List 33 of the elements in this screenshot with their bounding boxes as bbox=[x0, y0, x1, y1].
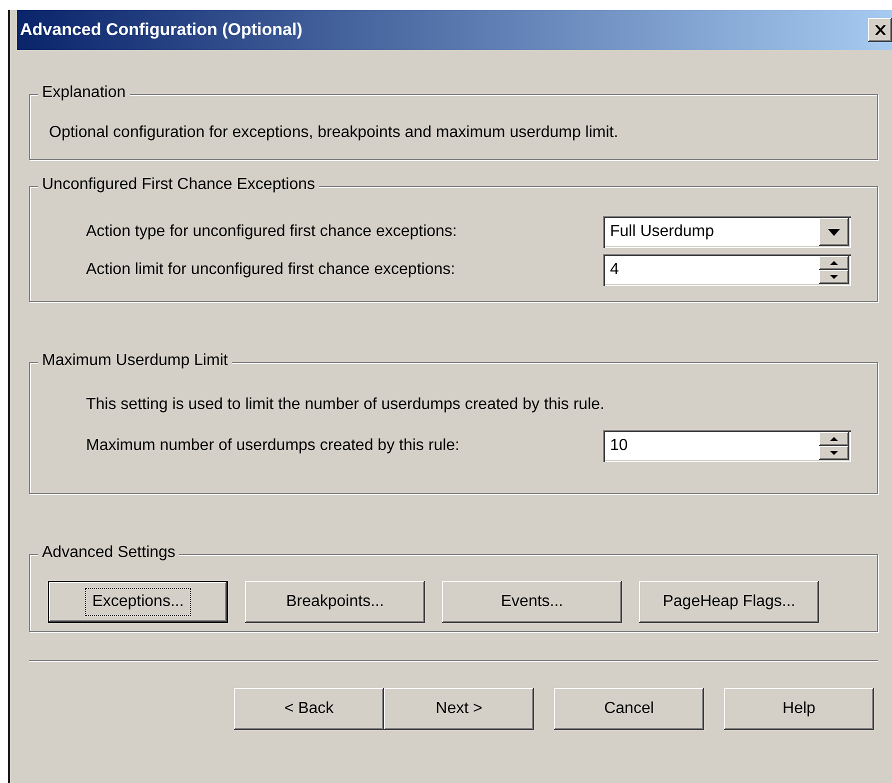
caret-down-icon bbox=[830, 451, 838, 455]
group-title: Maximum Userdump Limit bbox=[38, 352, 232, 370]
window-title: Advanced Configuration (Optional) bbox=[20, 20, 304, 40]
spin-down-button[interactable] bbox=[819, 446, 849, 460]
next-button[interactable]: Next > bbox=[384, 688, 534, 730]
dropdown-field[interactable]: Full Userdump bbox=[603, 216, 851, 248]
settings-button[interactable]: PageHeap Flags... bbox=[639, 581, 819, 623]
settings-button[interactable]: Breakpoints... bbox=[245, 581, 425, 623]
close-icon bbox=[874, 25, 886, 35]
dropdown-button[interactable] bbox=[819, 218, 849, 246]
group-title: Explanation bbox=[38, 84, 130, 102]
settings-button[interactable]: Exceptions... bbox=[48, 581, 228, 623]
spinner-field[interactable]: 10 bbox=[603, 430, 851, 462]
group-title: Advanced Settings bbox=[38, 544, 180, 562]
description-text: This setting is used to limit the number of userdumps created by this rule. bbox=[86, 396, 604, 414]
caret-up-icon bbox=[830, 261, 838, 265]
settings-button[interactable]: Events... bbox=[442, 581, 622, 623]
field-label: Action limit for unconfigured first chance exceptions: bbox=[86, 261, 456, 279]
cancel-button[interactable]: Cancel bbox=[554, 688, 704, 730]
field-label: Action type for unconfigured first chance exceptions: bbox=[86, 223, 458, 241]
help-button[interactable]: Help bbox=[724, 688, 874, 730]
spin-down-button[interactable] bbox=[819, 270, 849, 284]
caret-up-icon bbox=[830, 437, 838, 441]
caret-down-icon bbox=[830, 275, 838, 279]
explanation-text: Optional configuration for exceptions, breakpoints and maximum userdump limit. bbox=[49, 124, 618, 142]
group-title: Unconfigured First Chance Exceptions bbox=[38, 176, 320, 194]
back-button[interactable]: < Back bbox=[234, 688, 384, 730]
caret-down-icon bbox=[828, 228, 840, 236]
spinner-field[interactable]: 4 bbox=[603, 254, 851, 286]
field-label: Maximum number of userdumps created by this rule: bbox=[86, 437, 460, 455]
spin-up-button[interactable] bbox=[819, 432, 849, 446]
close-button[interactable] bbox=[868, 18, 892, 42]
spin-up-button[interactable] bbox=[819, 256, 849, 270]
